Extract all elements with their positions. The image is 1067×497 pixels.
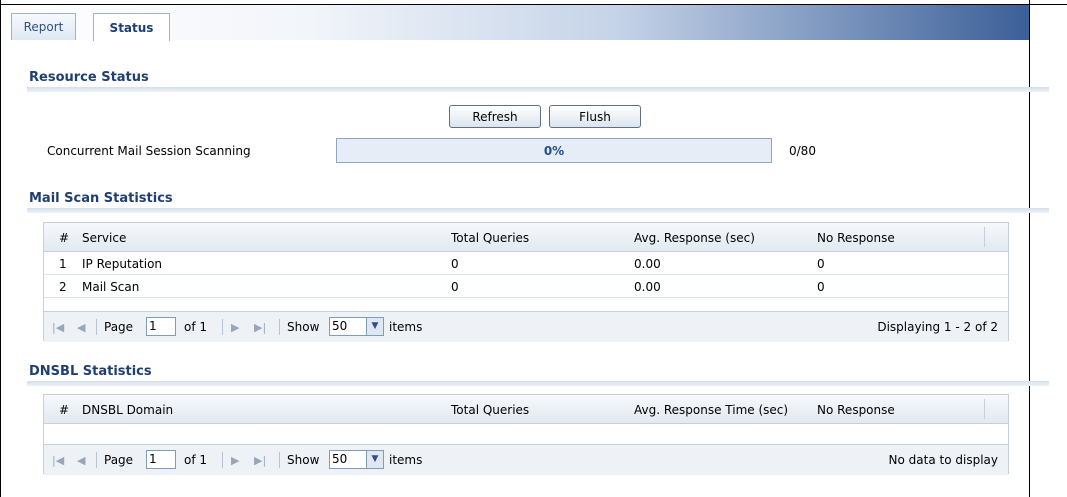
- col-service-header[interactable]: Service: [82, 231, 126, 245]
- prev-page-icon[interactable]: ◀: [77, 454, 85, 467]
- tab-report[interactable]: Report: [11, 13, 76, 40]
- row-num: 2: [59, 280, 67, 294]
- col-num-header[interactable]: #: [59, 231, 69, 245]
- mail-scan-table: # Service Total Queries Avg. Response (s…: [43, 222, 1009, 342]
- next-page-icon[interactable]: ▶: [231, 454, 239, 467]
- page-label: Page: [104, 453, 134, 467]
- table-row[interactable]: 1 IP Reputation 0 0.00 0: [44, 252, 1008, 275]
- page-number-input[interactable]: 1: [146, 450, 176, 469]
- row-avg-response: 0.00: [634, 257, 661, 271]
- page-size-select[interactable]: 50 ▼: [329, 317, 384, 336]
- show-label: Show: [287, 320, 320, 334]
- table-row[interactable]: 2 Mail Scan 0 0.00 0: [44, 275, 1008, 298]
- row-num: 1: [59, 257, 67, 271]
- displaying-text: Displaying 1 - 2 of 2: [877, 320, 998, 334]
- row-no-response: 0: [817, 257, 825, 271]
- row-service: IP Reputation: [82, 257, 163, 271]
- col-num-header[interactable]: #: [59, 403, 69, 417]
- col-avg-response-time-header[interactable]: Avg. Response Time (sec): [634, 403, 788, 417]
- col-no-response-header[interactable]: No Response: [817, 231, 895, 245]
- pager-separator: [96, 452, 97, 468]
- mail-scan-title: Mail Scan Statistics: [29, 191, 173, 206]
- session-progress-text: 0%: [543, 143, 565, 158]
- next-page-icon[interactable]: ▶: [231, 321, 239, 334]
- row-avg-response: 0.00: [634, 280, 661, 294]
- col-separator: [984, 227, 985, 247]
- dropdown-arrow-icon[interactable]: ▼: [366, 318, 383, 335]
- resource-status-title: Resource Status: [29, 70, 149, 85]
- tab-status[interactable]: Status: [93, 13, 170, 41]
- col-separator: [984, 399, 985, 419]
- dnsbl-title: DNSBL Statistics: [29, 364, 152, 379]
- col-avg-response-header[interactable]: Avg. Response (sec): [634, 231, 755, 245]
- resource-status-divider: [27, 87, 1049, 92]
- last-page-icon[interactable]: ▶|: [254, 321, 266, 334]
- page-of-label: of 1: [184, 320, 208, 334]
- page-size-select[interactable]: 50 ▼: [329, 450, 384, 469]
- row-total-queries: 0: [451, 257, 459, 271]
- col-dnsbl-domain-header[interactable]: DNSBL Domain: [82, 403, 173, 417]
- tab-report-label: Report: [23, 20, 64, 34]
- items-label: items: [389, 453, 423, 467]
- first-page-icon[interactable]: |◀: [52, 321, 64, 334]
- prev-page-icon[interactable]: ◀: [77, 321, 85, 334]
- dnsbl-divider: [27, 381, 1049, 386]
- last-page-icon[interactable]: ▶|: [254, 454, 266, 467]
- col-total-queries-header[interactable]: Total Queries: [451, 403, 529, 417]
- tab-status-label: Status: [109, 20, 154, 35]
- dnsbl-table-header: # DNSBL Domain Total Queries Avg. Respon…: [44, 395, 1008, 424]
- row-no-response: 0: [817, 280, 825, 294]
- session-scanning-label: Concurrent Mail Session Scanning: [47, 144, 251, 158]
- mail-scan-divider: [27, 208, 1049, 213]
- no-data-text: No data to display: [888, 453, 998, 467]
- pager-separator: [279, 452, 280, 468]
- dropdown-arrow-icon[interactable]: ▼: [366, 451, 383, 468]
- col-total-queries-header[interactable]: Total Queries: [451, 231, 529, 245]
- refresh-button[interactable]: Refresh: [449, 105, 541, 128]
- pager-separator: [222, 319, 223, 335]
- first-page-icon[interactable]: |◀: [52, 454, 64, 467]
- page-size-value: 50: [332, 452, 348, 466]
- page-number-input[interactable]: 1: [146, 317, 176, 336]
- page-of-label: of 1: [184, 453, 208, 467]
- flush-button[interactable]: Flush: [549, 105, 641, 128]
- pager-separator: [222, 452, 223, 468]
- mail-scan-pager: |◀ ◀ Page 1 of 1 ▶ ▶| Show 50 ▼ items Dis…: [44, 311, 1008, 342]
- pager-separator: [279, 319, 280, 335]
- pager-separator: [96, 319, 97, 335]
- items-label: items: [389, 320, 423, 334]
- page-label: Page: [104, 320, 134, 334]
- dnsbl-pager: |◀ ◀ Page 1 of 1 ▶ ▶| Show 50 ▼ items No …: [44, 444, 1008, 475]
- show-label: Show: [287, 453, 320, 467]
- dnsbl-table: # DNSBL Domain Total Queries Avg. Respon…: [43, 394, 1009, 475]
- session-progress-bar: 0%: [336, 138, 772, 163]
- session-count: 0/80: [789, 144, 816, 158]
- row-service: Mail Scan: [82, 280, 140, 294]
- page-size-value: 50: [332, 319, 348, 333]
- col-no-response-header[interactable]: No Response: [817, 403, 895, 417]
- tab-bar: Report Status: [1, 5, 1029, 41]
- mail-scan-table-header: # Service Total Queries Avg. Response (s…: [44, 223, 1008, 252]
- row-total-queries: 0: [451, 280, 459, 294]
